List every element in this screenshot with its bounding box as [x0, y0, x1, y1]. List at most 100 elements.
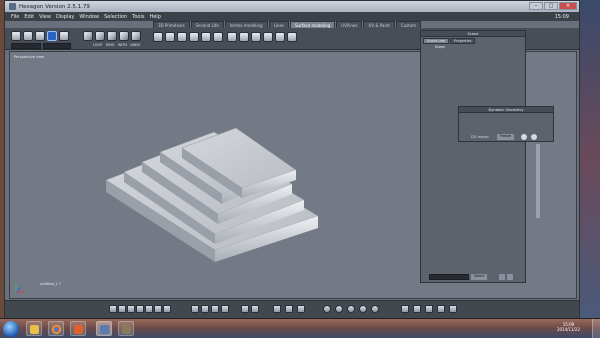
- perspective-viewport[interactable]: Perspective view untitled_1 * Scene Scen…: [9, 30, 577, 299]
- select-vertex-icon[interactable]: [119, 31, 129, 41]
- view-split-h-icon[interactable]: [127, 305, 135, 313]
- taskbar-app-5[interactable]: [118, 321, 134, 336]
- taskbar-media[interactable]: [70, 321, 86, 336]
- tree-item-steps[interactable]: Steps: [421, 45, 525, 49]
- maximize-button[interactable]: □: [544, 2, 558, 10]
- taskbar-hexagon[interactable]: [96, 321, 112, 336]
- camera-zoom-icon[interactable]: [347, 305, 355, 313]
- tab-surface-modeling[interactable]: Surface modeling: [290, 21, 336, 28]
- scene-filter-input[interactable]: [429, 274, 469, 280]
- transform-icon[interactable]: [285, 305, 293, 313]
- view-four-icon[interactable]: [154, 305, 162, 313]
- menu-help[interactable]: Help: [149, 14, 160, 20]
- menu-window[interactable]: Window: [79, 14, 99, 20]
- loop-label[interactable]: LOOP: [93, 43, 102, 47]
- selection-filter-field[interactable]: [43, 43, 71, 49]
- selection-mode-field[interactable]: [11, 43, 41, 49]
- dg-mode-label: DG mode:: [471, 135, 490, 139]
- system-clock[interactable]: 15:09 2014/11/22: [557, 322, 580, 332]
- select-edge-icon[interactable]: [107, 31, 117, 41]
- surface-tool-3-icon[interactable]: [177, 32, 187, 42]
- camera-icon[interactable]: [297, 305, 305, 313]
- scene-option-1-icon[interactable]: [499, 274, 505, 280]
- render-2-icon[interactable]: [413, 305, 421, 313]
- magnet-tool-icon[interactable]: [23, 31, 33, 41]
- shading-2-icon[interactable]: [201, 305, 209, 313]
- close-button[interactable]: ✕: [559, 2, 577, 10]
- menu-edit[interactable]: Edit: [24, 14, 34, 20]
- paint-select-icon[interactable]: [59, 31, 69, 41]
- surface-tool-1-icon[interactable]: [153, 32, 163, 42]
- view-quad-icon[interactable]: [118, 305, 126, 313]
- sphere-select-icon[interactable]: [47, 31, 57, 41]
- undo-label[interactable]: UNDO: [130, 43, 140, 47]
- tab-custom[interactable]: Custom: [395, 21, 422, 28]
- tab-properties[interactable]: Properties: [450, 38, 476, 44]
- tab-second-life[interactable]: Second Life: [190, 21, 224, 28]
- scene-option-2-icon[interactable]: [507, 274, 513, 280]
- tab-scene-tree[interactable]: Scene tree: [423, 38, 450, 44]
- panel-scrollbar[interactable]: [536, 144, 540, 218]
- lasso-tool-icon[interactable]: [35, 31, 45, 41]
- render-3-icon[interactable]: [425, 305, 433, 313]
- tab-lines[interactable]: Lines: [268, 21, 289, 28]
- menu-selection[interactable]: Selection: [104, 14, 127, 20]
- surface-tool-8-icon[interactable]: [239, 32, 249, 42]
- view-single-icon[interactable]: [109, 305, 117, 313]
- surface-tool-9-icon[interactable]: [251, 32, 261, 42]
- grid-icon[interactable]: [241, 305, 249, 313]
- shading-1-icon[interactable]: [191, 305, 199, 313]
- surface-tool-2-icon[interactable]: [165, 32, 175, 42]
- app-icon: [9, 3, 16, 10]
- camera-move-icon[interactable]: [323, 305, 331, 313]
- menu-display[interactable]: Display: [56, 14, 74, 20]
- minimize-button[interactable]: –: [529, 2, 543, 10]
- surface-tool-7-icon[interactable]: [227, 32, 237, 42]
- camera-rotate-icon[interactable]: [335, 305, 343, 313]
- snap-icon[interactable]: [251, 305, 259, 313]
- surface-tool-5-icon[interactable]: [201, 32, 211, 42]
- render-1-icon[interactable]: [401, 305, 409, 313]
- windows-taskbar: 15:09 2014/11/22: [0, 318, 600, 338]
- view-five-icon[interactable]: [163, 305, 171, 313]
- dg-mode-select[interactable]: Freeze: [497, 134, 515, 140]
- symmetry-icon[interactable]: [273, 305, 281, 313]
- menu-file[interactable]: File: [11, 14, 19, 20]
- media-icon: [74, 325, 83, 334]
- surface-tool-10-icon[interactable]: [263, 32, 273, 42]
- surface-tool-4-icon[interactable]: [189, 32, 199, 42]
- shading-3-icon[interactable]: [211, 305, 219, 313]
- camera-fit-icon[interactable]: [371, 305, 379, 313]
- select-button[interactable]: Select: [471, 274, 488, 280]
- menu-view[interactable]: View: [39, 14, 51, 20]
- surface-tool-12-icon[interactable]: [287, 32, 297, 42]
- render-5-icon[interactable]: [449, 305, 457, 313]
- start-button[interactable]: [3, 321, 19, 337]
- taskbar-chrome[interactable]: [48, 321, 64, 336]
- tab-3d-primitives[interactable]: 3D Primitives: [153, 21, 190, 28]
- surface-tool-6-icon[interactable]: [213, 32, 223, 42]
- select-face-icon[interactable]: [95, 31, 105, 41]
- tab-uv-paint[interactable]: UV & Paint: [363, 21, 395, 28]
- taskbar-explorer[interactable]: [26, 321, 42, 336]
- dg-validate-icon[interactable]: [531, 134, 537, 140]
- select-object-icon[interactable]: [83, 31, 93, 41]
- view-three-icon[interactable]: [145, 305, 153, 313]
- window-title: Hexagon Version 2.5.1.79: [19, 3, 90, 10]
- tab-uv-lines[interactable]: UV/lines: [336, 21, 363, 28]
- dg-option-icon[interactable]: [521, 134, 527, 140]
- surface-tool-11-icon[interactable]: [275, 32, 285, 42]
- ring-label[interactable]: RING: [106, 43, 115, 47]
- menu-tools[interactable]: Tools: [132, 14, 144, 20]
- view-split-v-icon[interactable]: [136, 305, 144, 313]
- document-name: untitled_1 *: [40, 282, 61, 286]
- shading-4-icon[interactable]: [221, 305, 229, 313]
- camera-pan-icon[interactable]: [359, 305, 367, 313]
- with-label[interactable]: WITH: [118, 43, 127, 47]
- render-4-icon[interactable]: [437, 305, 445, 313]
- select-auto-icon[interactable]: [131, 31, 141, 41]
- dynamic-geometry-title: Dynamic Geometry: [459, 107, 553, 113]
- select-tool-icon[interactable]: [11, 31, 21, 41]
- tab-vertex-modeling[interactable]: Vertex modeling: [224, 21, 268, 28]
- show-desktop-button[interactable]: [592, 319, 600, 338]
